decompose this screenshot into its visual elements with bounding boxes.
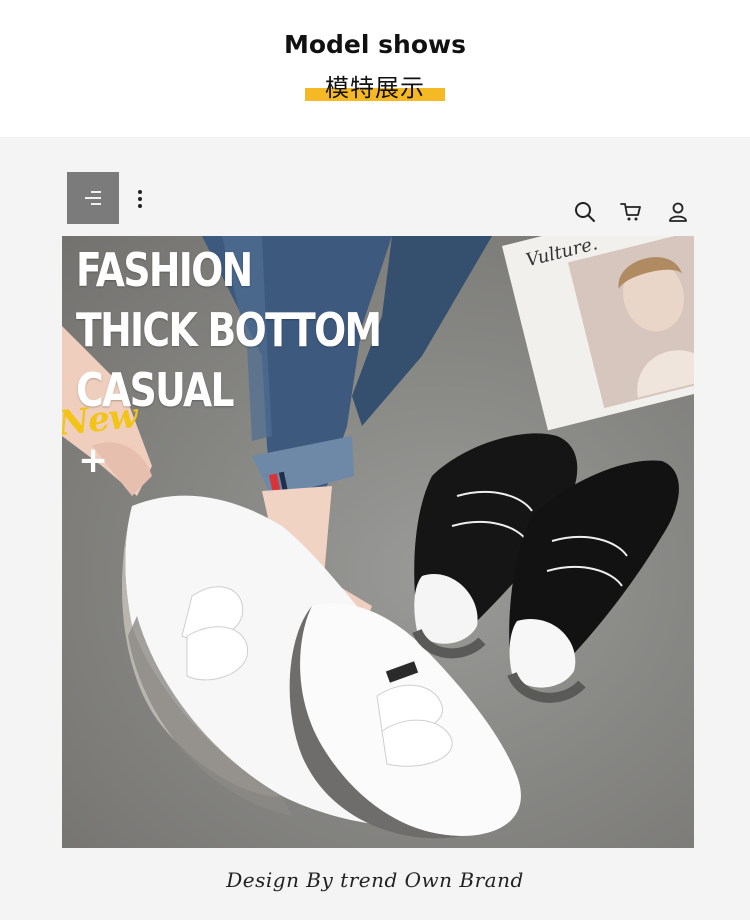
brand-tagline: Design By trend Own Brand [226, 868, 524, 892]
headline-line-2: THICK BOTTOM [76, 303, 382, 357]
new-badge: New [62, 395, 139, 445]
user-icon[interactable] [666, 200, 690, 224]
hamburger-menu-icon[interactable] [67, 172, 119, 224]
section-title-en: Model shows [283, 30, 466, 59]
section-header: Model shows 模特展示 [0, 0, 750, 136]
plus-icon: + [78, 440, 109, 481]
hero-image: Vulture. FASHION THICK BOTTOM CASUAL New… [62, 236, 694, 848]
cart-icon[interactable] [619, 200, 643, 224]
search-icon[interactable] [573, 200, 597, 224]
vertical-dots-icon[interactable] [134, 187, 146, 211]
hero-headline: FASHION THICK BOTTOM CASUAL [76, 240, 447, 420]
headline-line-1: FASHION [76, 243, 253, 297]
magazine: Vulture. [501, 236, 694, 431]
section-title-cn: 模特展示 [305, 68, 445, 103]
